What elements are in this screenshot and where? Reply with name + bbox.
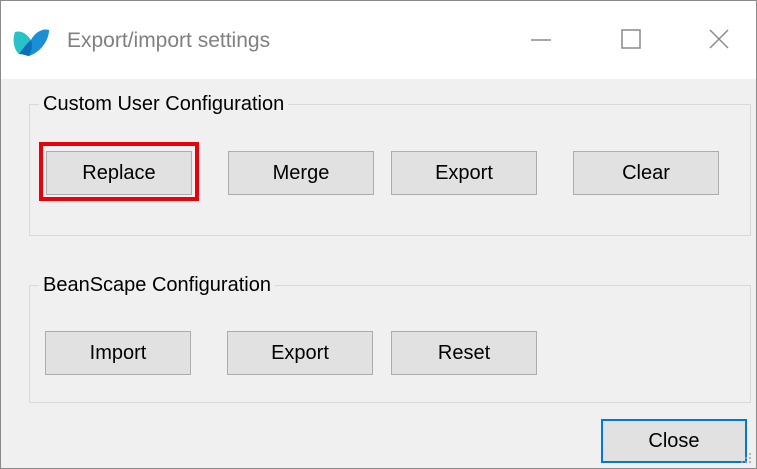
minimize-icon: [531, 39, 551, 41]
beanscape-app-icon: [13, 29, 49, 56]
minimize-button[interactable]: [511, 17, 571, 61]
replace-button[interactable]: Replace: [46, 151, 192, 195]
window-title: Export/import settings: [67, 29, 271, 52]
close-button[interactable]: Close: [601, 419, 747, 463]
beanscape-export-button[interactable]: Export: [227, 331, 373, 375]
maximize-button[interactable]: [601, 17, 661, 61]
import-button[interactable]: Import: [45, 331, 191, 375]
title-bar[interactable]: Export/import settings: [1, 1, 756, 79]
close-x-icon: [709, 29, 729, 49]
clear-button[interactable]: Clear: [573, 151, 719, 195]
custom-export-button[interactable]: Export: [391, 151, 537, 195]
maximize-icon: [621, 29, 641, 49]
custom-user-configuration-label: Custom User Configuration: [39, 93, 289, 116]
merge-button[interactable]: Merge: [228, 151, 374, 195]
export-import-dialog: Export/import settings Custom User Confi…: [0, 0, 757, 469]
resize-grip-icon[interactable]: [740, 452, 752, 464]
reset-button[interactable]: Reset: [391, 331, 537, 375]
close-window-button[interactable]: [689, 17, 749, 61]
beanscape-configuration-label: BeanScape Configuration: [39, 274, 275, 297]
